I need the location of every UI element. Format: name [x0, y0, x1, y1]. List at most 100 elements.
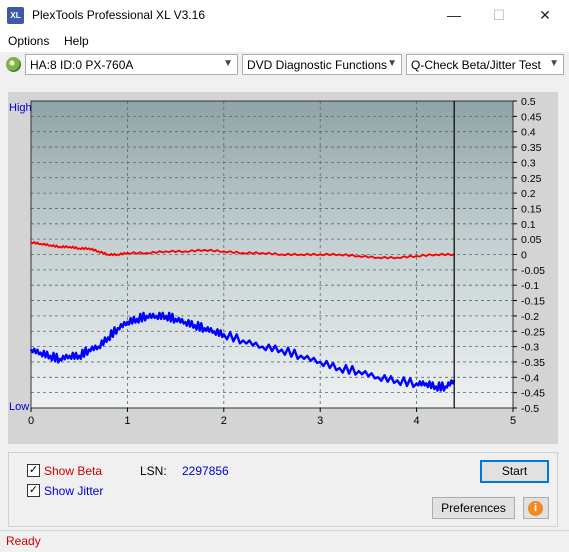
test-select[interactable]: Q-Check Beta/Jitter Test ▼ — [406, 54, 564, 75]
series-jitter-point — [338, 367, 341, 369]
title-bar: XL PlexTools Professional XL V3.16 — ☐ ✕ — [0, 0, 569, 31]
series-beta-point — [107, 253, 110, 256]
series-beta-point — [39, 242, 42, 245]
function-select-value: DVD Diagnostic Functions — [247, 58, 388, 72]
series-jitter-point — [165, 315, 167, 317]
series-beta-point — [97, 250, 100, 253]
series-beta-point — [126, 252, 129, 254]
series-beta-point — [242, 252, 244, 254]
series-beta-point — [261, 252, 264, 254]
window-title: PlexTools Professional XL V3.16 — [32, 8, 205, 22]
preferences-button[interactable]: Preferences — [432, 497, 515, 519]
y-tick-label: 0.25 — [521, 173, 542, 185]
series-beta-point — [116, 253, 119, 256]
maximize-button[interactable]: ☐ — [476, 0, 522, 31]
series-jitter-point — [396, 379, 399, 382]
series-jitter-point — [280, 348, 283, 351]
y-tick-label: -0.2 — [521, 311, 539, 323]
show-jitter-label[interactable]: Show Jitter — [44, 484, 103, 498]
series-beta-point — [222, 250, 225, 253]
drive-select-value: HA:8 ID:0 PX-760A — [30, 58, 134, 72]
chevron-down-icon: ▼ — [549, 58, 559, 69]
series-jitter-point — [116, 327, 119, 330]
app-icon: XL — [7, 7, 24, 24]
series-jitter-point — [59, 357, 61, 360]
y-tick-label: -0.4 — [521, 372, 539, 384]
y-tick-label: -0.25 — [521, 326, 545, 338]
x-tick-label: 0 — [28, 415, 34, 427]
series-jitter-point — [193, 324, 196, 327]
series-beta-point — [280, 253, 283, 256]
series-beta-point — [59, 245, 61, 248]
series-jitter-point — [357, 370, 360, 373]
lsn-value: 2297856 — [182, 464, 229, 478]
show-beta-checkbox[interactable]: ✓ — [27, 464, 40, 477]
y-tick-label: 0.45 — [521, 111, 542, 123]
series-beta-point — [49, 244, 52, 247]
y-tick-label: 0.15 — [521, 203, 542, 215]
series-beta-point — [377, 256, 379, 259]
y-axis-high-label: High — [9, 102, 32, 114]
y-tick-label: 0.35 — [521, 142, 542, 154]
y-axis-ticks: 0.5 0.45 0.4 0.35 0.3 0.25 0.2 0.15 0.1 0.05 0 -0.0… — [513, 96, 545, 415]
y-tick-label: 0.05 — [521, 234, 542, 246]
y-tick-label: 0.3 — [521, 157, 536, 169]
x-tick-label: 4 — [414, 415, 420, 427]
series-jitter-point — [242, 339, 244, 342]
series-beta-point — [87, 247, 90, 250]
chevron-down-icon: ▼ — [223, 58, 233, 69]
info-button[interactable]: i — [523, 497, 549, 519]
y-tick-label: -0.5 — [521, 403, 539, 415]
function-select[interactable]: DVD Diagnostic Functions ▼ — [242, 54, 402, 75]
minimize-button[interactable]: — — [431, 0, 477, 31]
y-tick-label: 0.5 — [521, 96, 536, 108]
series-jitter-point — [107, 336, 110, 339]
series-jitter-point — [30, 348, 32, 351]
x-tick-label: 5 — [510, 415, 516, 427]
x-tick-label: 3 — [317, 415, 323, 427]
series-beta-point — [68, 245, 71, 248]
series-jitter-point — [415, 382, 418, 385]
series-jitter-point — [300, 354, 302, 357]
x-tick-label: 2 — [221, 415, 227, 427]
menu-options[interactable]: Options — [8, 34, 49, 48]
series-jitter-point — [145, 315, 148, 317]
chevron-down-icon: ▼ — [387, 58, 397, 69]
lsn-label: LSN: — [140, 464, 167, 478]
series-beta-point — [434, 253, 437, 256]
series-beta-point — [203, 248, 206, 251]
close-button[interactable]: ✕ — [522, 0, 568, 31]
y-tick-label: 0 — [521, 250, 527, 262]
series-jitter-point — [68, 354, 71, 357]
series-jitter-point — [203, 327, 206, 330]
series-jitter-point — [136, 318, 138, 320]
series-beta-point — [300, 253, 302, 256]
test-select-value: Q-Check Beta/Jitter Test — [411, 58, 541, 72]
series-jitter-point — [319, 361, 322, 363]
show-jitter-checkbox[interactable]: ✓ — [27, 484, 40, 497]
info-icon: i — [528, 501, 543, 516]
x-tick-label: 1 — [124, 415, 130, 427]
status-bar: Ready — [0, 530, 569, 552]
series-jitter-point — [222, 333, 225, 336]
series-beta-point — [319, 253, 322, 256]
y-tick-label: -0.35 — [521, 357, 545, 369]
start-button[interactable]: Start — [480, 460, 549, 483]
series-jitter-point — [78, 354, 81, 357]
x-axis-ticks: 0 1 2 3 4 5 — [28, 408, 516, 427]
show-beta-label[interactable]: Show Beta — [44, 464, 102, 478]
drive-select[interactable]: HA:8 ID:0 PX-760A ▼ — [25, 54, 238, 75]
y-tick-label: -0.45 — [521, 388, 545, 400]
status-text: Ready — [6, 534, 41, 548]
series-beta-point — [30, 241, 32, 244]
series-beta-point — [78, 247, 81, 250]
series-beta-point — [357, 255, 360, 257]
series-jitter-point — [184, 321, 187, 323]
menu-help[interactable]: Help — [64, 34, 89, 48]
chart-panel: 012345 0.5 0.45 0.4 0.35 0.3 0.25 0.2 0.15 0.1 0.… — [8, 92, 558, 444]
series-jitter-point — [444, 385, 447, 388]
series-jitter-point — [97, 345, 100, 348]
series-beta-point — [396, 256, 399, 259]
disc-drive-icon — [6, 57, 21, 72]
series-jitter-point — [174, 318, 177, 320]
